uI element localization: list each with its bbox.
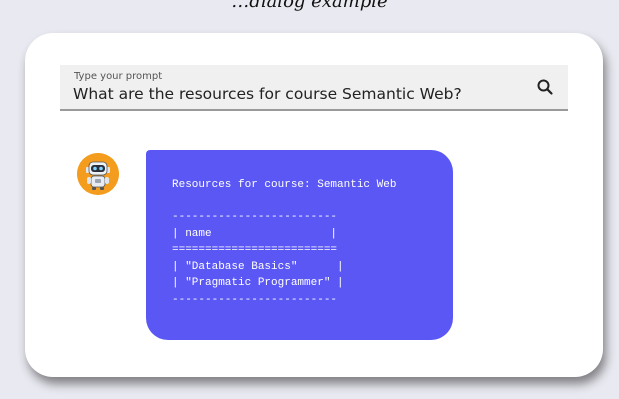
- chat-card: Type your prompt What are the resources …: [25, 33, 603, 377]
- search-icon[interactable]: [536, 78, 554, 96]
- page: …dialog example Type your prompt What ar…: [0, 0, 619, 399]
- prompt-label: Type your prompt: [74, 71, 163, 82]
- prompt-input[interactable]: Type your prompt What are the resources …: [60, 65, 568, 111]
- page-caption: …dialog example: [231, 0, 388, 12]
- robot-icon: [77, 153, 119, 195]
- prompt-value[interactable]: What are the resources for course Semant…: [73, 85, 462, 103]
- response-table: ------------------------- | name | =====…: [172, 211, 344, 306]
- bot-response-bubble: Resources for course: Semantic Web -----…: [146, 150, 453, 340]
- response-title: Resources for course: Semantic Web: [172, 179, 397, 191]
